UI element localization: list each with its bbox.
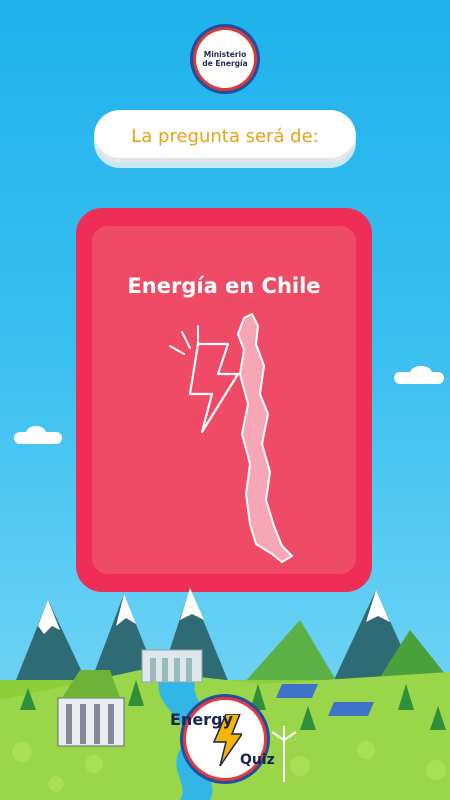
game-logo-word2: Quiz xyxy=(240,752,275,768)
category-card[interactable]: Energía en Chile xyxy=(76,208,372,592)
category-card-inner: Energía en Chile xyxy=(92,226,356,574)
logo-text-line1: Ministerio xyxy=(203,50,247,59)
logo-text-line2: de Energía xyxy=(202,59,248,68)
category-title: Energía en Chile xyxy=(127,274,321,298)
ministry-logo: Ministerio de Energía xyxy=(196,30,254,88)
prompt-text: La pregunta será de: xyxy=(131,125,319,147)
cloud xyxy=(26,426,46,440)
game-logo-word1: Energy xyxy=(170,710,233,729)
chile-map-lightning-icon xyxy=(169,313,293,563)
question-category-prompt: La pregunta será de: xyxy=(94,110,356,162)
cloud xyxy=(410,366,432,380)
